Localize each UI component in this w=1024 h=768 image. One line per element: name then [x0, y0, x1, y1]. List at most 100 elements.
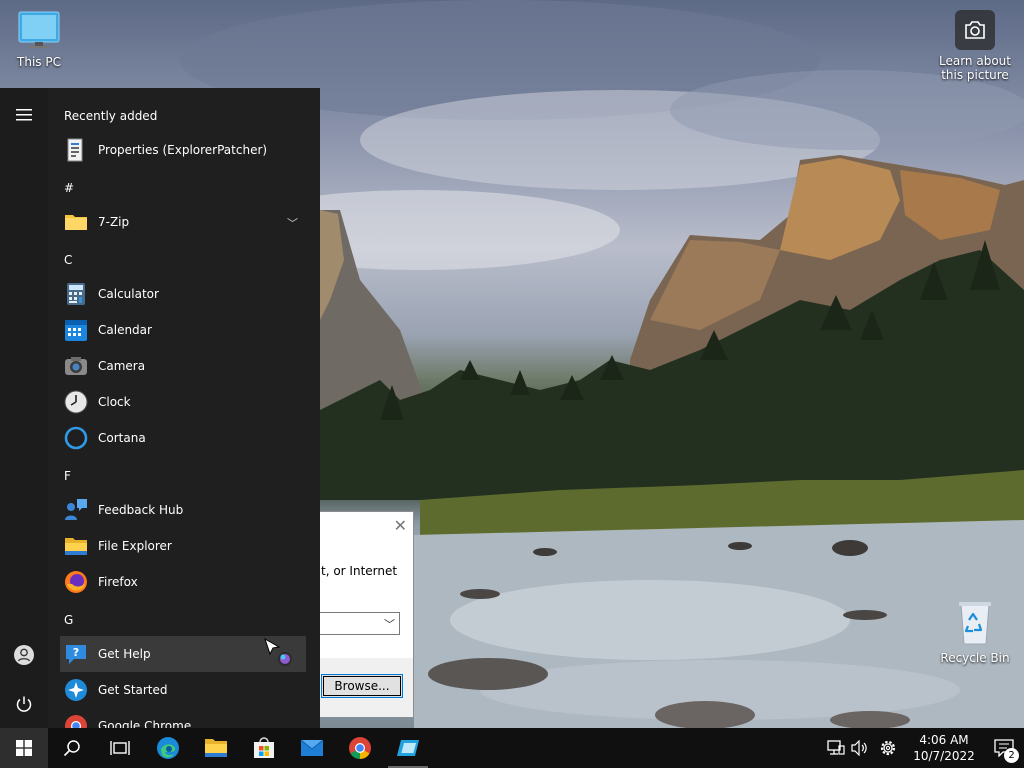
app-file-explorer[interactable]: File Explorer [60, 528, 306, 564]
app-label: Google Chrome [98, 719, 192, 728]
app-label: Calculator [98, 287, 159, 301]
calendar-icon [64, 318, 88, 342]
app-label: Get Help [98, 647, 151, 661]
properties-icon [64, 138, 88, 162]
task-view-button[interactable] [96, 728, 144, 768]
section-header-g[interactable]: G [64, 613, 73, 627]
get-started-icon [64, 678, 88, 702]
this-pc-desktop-icon[interactable]: This PC [1, 10, 77, 69]
app-label: Calendar [98, 323, 152, 337]
notification-count-badge: 2 [1004, 748, 1019, 763]
app-feedback-hub[interactable]: Feedback Hub [60, 492, 306, 528]
this-pc-label: This PC [17, 55, 61, 69]
search-button[interactable] [48, 728, 96, 768]
file-explorer-icon [64, 534, 88, 558]
store-icon [254, 737, 274, 758]
edge-icon [157, 737, 179, 759]
volume-icon [851, 740, 867, 756]
user-account-button[interactable] [0, 635, 48, 675]
cortana-icon [64, 426, 88, 450]
volume-button[interactable] [848, 728, 872, 768]
recycle-bin-desktop-icon[interactable]: Recycle Bin [937, 600, 1013, 665]
learn-picture-line1: Learn about [939, 54, 1011, 68]
app-label: Camera [98, 359, 146, 373]
taskbar-chrome-button[interactable] [336, 728, 384, 768]
taskbar: 4:06 AM 10/7/2022 2 [0, 728, 1024, 768]
taskbar-edge-button[interactable] [144, 728, 192, 768]
section-header-hash[interactable]: # [64, 181, 74, 195]
app-get-started[interactable]: Get Started [60, 672, 306, 708]
recycle-bin-label: Recycle Bin [940, 651, 1010, 665]
app-label: Cortana [98, 431, 146, 445]
app-7-zip[interactable]: 7-Zip ﹀ [60, 204, 306, 240]
svg-text:?: ? [73, 646, 79, 659]
taskbar-file-explorer-button[interactable] [192, 728, 240, 768]
section-header-c[interactable]: C [64, 253, 72, 267]
app-label: Properties (ExplorerPatcher) [98, 143, 268, 157]
app-google-chrome[interactable]: Google Chrome [60, 708, 306, 728]
app-calendar[interactable]: Calendar [60, 312, 306, 348]
app-properties-explorerpatcher[interactable]: Properties (ExplorerPatcher) [60, 132, 306, 168]
learn-picture-line2: this picture [941, 68, 1009, 82]
app-label: 7-Zip [98, 215, 130, 229]
camera-icon [955, 10, 995, 50]
taskbar-clock[interactable]: 4:06 AM 10/7/2022 [904, 732, 984, 764]
start-icon [16, 740, 32, 756]
calculator-icon [64, 282, 88, 306]
network-icon [827, 740, 845, 755]
search-icon [63, 740, 80, 757]
camera-icon [64, 354, 88, 378]
action-center-button[interactable]: 2 [984, 728, 1024, 768]
clock-time: 4:06 AM [919, 733, 969, 747]
app-label: Clock [98, 395, 131, 409]
close-icon[interactable]: ✕ [394, 516, 407, 535]
get-help-icon: ? [64, 642, 88, 666]
gear-icon [880, 740, 896, 756]
mouse-pointer-icon [264, 637, 292, 666]
app-camera[interactable]: Camera [60, 348, 306, 384]
monitor-icon [1, 10, 77, 53]
app-label: Feedback Hub [98, 503, 184, 517]
hamburger-icon [16, 109, 32, 121]
mail-icon [300, 739, 324, 756]
run-app-icon [397, 740, 419, 756]
taskbar-run-button[interactable] [384, 728, 432, 768]
recently-added-header: Recently added [64, 109, 158, 123]
start-menu: Recently added Properties (ExplorerPatch… [0, 88, 320, 728]
app-list: Recently added Properties (ExplorerPatch… [56, 88, 310, 728]
settings-button[interactable] [872, 728, 904, 768]
clock-icon [64, 390, 88, 414]
taskbar-store-button[interactable] [240, 728, 288, 768]
clock-date: 10/7/2022 [913, 749, 975, 763]
start-button[interactable] [0, 728, 48, 768]
power-icon [16, 696, 32, 712]
app-label: Firefox [98, 575, 138, 589]
app-clock[interactable]: Clock [60, 384, 306, 420]
learn-about-picture-widget[interactable]: Learn about this picture [932, 10, 1018, 82]
task-view-icon [110, 741, 130, 755]
hamburger-menu-button[interactable] [0, 95, 48, 135]
system-tray: 4:06 AM 10/7/2022 2 [824, 728, 1024, 768]
folder-icon [64, 210, 88, 234]
power-button[interactable] [0, 684, 48, 724]
feedback-hub-icon [64, 498, 88, 522]
section-header-f[interactable]: F [64, 469, 71, 483]
browse-button[interactable]: Browse... [321, 674, 403, 698]
app-calculator[interactable]: Calculator [60, 276, 306, 312]
chrome-icon [64, 714, 88, 728]
chevron-down-icon[interactable]: ﹀ [384, 616, 395, 632]
file-explorer-icon [205, 739, 227, 757]
chrome-icon [349, 737, 371, 759]
chevron-down-icon[interactable]: ﹀ [287, 215, 298, 231]
run-open-combobox[interactable]: ﹀ [311, 612, 400, 635]
run-dialog-description: t, or Internet [321, 564, 398, 578]
start-rail [0, 88, 48, 728]
user-icon [14, 645, 34, 665]
app-cortana[interactable]: Cortana [60, 420, 306, 456]
app-label: File Explorer [98, 539, 172, 553]
taskbar-mail-button[interactable] [288, 728, 336, 768]
app-firefox[interactable]: Firefox [60, 564, 306, 600]
firefox-icon [64, 570, 88, 594]
app-label: Get Started [98, 683, 168, 697]
network-button[interactable] [824, 728, 848, 768]
